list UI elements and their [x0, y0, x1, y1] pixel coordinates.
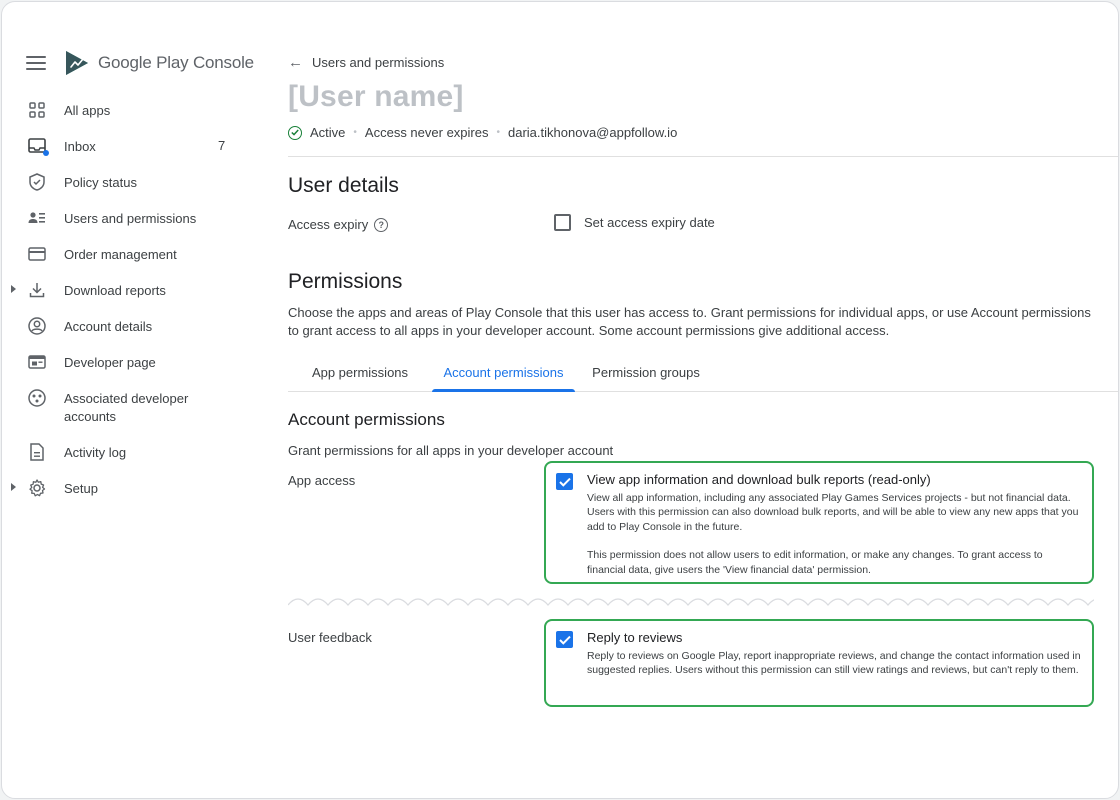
- logo-console: Console: [192, 53, 254, 72]
- sidebar-nav: All apps Inbox 7 Policy status Users and…: [2, 92, 252, 506]
- account-permissions-description: Grant permissions for all apps in your d…: [288, 443, 614, 458]
- reply-to-reviews-checkbox[interactable]: [556, 631, 573, 648]
- user-email: daria.tikhonova@appfollow.io: [508, 125, 678, 140]
- app-access-option: View app information and download bulk r…: [556, 471, 1084, 577]
- set-expiry-label: Set access expiry date: [584, 215, 715, 230]
- header-divider: [288, 156, 1118, 157]
- menu-icon[interactable]: [26, 56, 46, 70]
- user-feedback-label: User feedback: [288, 630, 372, 645]
- sidebar-item-label: Developer page: [64, 355, 156, 370]
- logo-text: Google Play Console: [98, 53, 254, 73]
- permission-tabs: App permissions Account permissions Perm…: [288, 354, 1118, 392]
- permissions-title: Permissions: [288, 270, 403, 293]
- logo-play: Play: [156, 53, 189, 72]
- top-bar: Google Play Console: [26, 46, 254, 80]
- back-link[interactable]: ← Users and permissions: [288, 54, 444, 71]
- account-permissions-title: Account permissions: [288, 410, 445, 429]
- tab-app-permissions[interactable]: App permissions: [296, 354, 424, 391]
- sidebar-item-label: All apps: [64, 103, 111, 118]
- sidebar-item-label: Activity log: [64, 445, 127, 460]
- webpage-icon: [26, 351, 48, 373]
- sidebar-item-label: Associated developer accounts: [64, 391, 189, 424]
- document-icon: [26, 441, 48, 463]
- access-text: Access never expires: [364, 125, 489, 140]
- tab-account-permissions[interactable]: Account permissions: [432, 354, 575, 392]
- sidebar-item-label: Setup: [64, 481, 98, 496]
- play-console-logo-icon: [66, 51, 88, 75]
- sidebar-item-label: Download reports: [64, 283, 166, 298]
- expand-caret-icon[interactable]: [11, 483, 16, 491]
- content-break-divider: [288, 598, 1094, 607]
- sidebar-item-inbox[interactable]: Inbox 7: [2, 128, 252, 164]
- play-console-logo[interactable]: Google Play Console: [64, 49, 254, 77]
- account-icon: [26, 315, 48, 337]
- associated-accounts-icon: [26, 387, 48, 409]
- app-access-body-paragraph: This permission does not allow users to …: [587, 549, 1043, 576]
- sidebar-item-setup[interactable]: Setup: [2, 470, 252, 506]
- gear-icon: [26, 477, 48, 499]
- access-expiry-label: Access expiry ?: [288, 217, 389, 232]
- notification-dot: [43, 150, 49, 156]
- reply-to-reviews-title: Reply to reviews: [587, 630, 683, 645]
- tab-permission-groups[interactable]: Permission groups: [583, 354, 709, 391]
- sidebar-item-label: Order management: [64, 247, 177, 262]
- inbox-icon: [26, 135, 49, 157]
- set-expiry-checkbox[interactable]: [554, 214, 571, 231]
- sidebar-item-label: Inbox: [64, 139, 96, 154]
- main-content: ← Users and permissions [User name] Acti…: [288, 2, 1118, 798]
- separator-dot: •: [353, 127, 357, 138]
- separator-dot: •: [496, 127, 500, 138]
- sidebar-item-users-and-permissions[interactable]: Users and permissions: [2, 200, 252, 236]
- app-access-body-paragraph: View all app information, including any …: [587, 492, 1079, 533]
- inbox-count-badge: 7: [218, 138, 226, 153]
- card-icon: [26, 243, 48, 265]
- expand-caret-icon[interactable]: [11, 285, 16, 293]
- app-access-option-title: View app information and download bulk r…: [587, 472, 931, 487]
- reply-to-reviews-option: Reply to reviews Reply to reviews on Goo…: [556, 629, 1084, 678]
- app-window: Google Play Console All apps Inbox 7 Pol…: [1, 1, 1119, 799]
- help-icon[interactable]: ?: [374, 217, 389, 232]
- user-status-line: Active • Access never expires • daria.ti…: [288, 125, 677, 140]
- app-access-text: View app information and download bulk r…: [587, 471, 1084, 577]
- logo-google: Google: [98, 53, 152, 72]
- reply-to-reviews-text: Reply to reviews Reply to reviews on Goo…: [587, 629, 1084, 678]
- sidebar-item-associated-developer-accounts[interactable]: Associated developer accounts: [2, 380, 252, 434]
- sidebar-item-download-reports[interactable]: Download reports: [2, 272, 252, 308]
- check-circle-icon: [288, 125, 302, 140]
- sidebar-item-order-management[interactable]: Order management: [2, 236, 252, 272]
- set-expiry-checkbox-row[interactable]: Set access expiry date: [554, 214, 715, 231]
- sidebar-item-policy-status[interactable]: Policy status: [2, 164, 252, 200]
- sidebar-item-developer-page[interactable]: Developer page: [2, 344, 252, 380]
- user-details-title: User details: [288, 174, 399, 197]
- app-access-label: App access: [288, 473, 356, 488]
- sidebar-item-all-apps[interactable]: All apps: [2, 92, 252, 128]
- checkmark-icon: [558, 477, 571, 487]
- back-link-label: Users and permissions: [312, 55, 445, 70]
- reply-to-reviews-option-card[interactable]: Reply to reviews Reply to reviews on Goo…: [544, 619, 1094, 707]
- shield-icon: [26, 171, 48, 193]
- status-text: Active: [310, 125, 346, 140]
- sidebar-item-label: Policy status: [64, 175, 137, 190]
- app-access-checkbox[interactable]: [556, 473, 573, 490]
- app-access-option-body: View all app information, including any …: [587, 491, 1084, 577]
- sidebar-item-account-details[interactable]: Account details: [2, 308, 252, 344]
- download-icon: [26, 279, 48, 301]
- users-icon: [26, 207, 48, 229]
- app-access-option-card[interactable]: View app information and download bulk r…: [544, 461, 1094, 584]
- back-arrow-icon: ←: [288, 54, 303, 71]
- checkmark-icon: [558, 635, 571, 645]
- grid-icon: [26, 99, 48, 121]
- sidebar: Google Play Console All apps Inbox 7 Pol…: [2, 2, 254, 798]
- sidebar-item-activity-log[interactable]: Activity log: [2, 434, 252, 470]
- access-expiry-text: Access expiry: [288, 217, 369, 232]
- reply-to-reviews-body: Reply to reviews on Google Play, report …: [587, 650, 1081, 677]
- sidebar-item-label: Account details: [64, 319, 153, 334]
- permissions-description: Choose the apps and areas of Play Consol…: [288, 305, 1091, 338]
- page-title: [User name]: [288, 80, 464, 113]
- sidebar-item-label: Users and permissions: [64, 211, 197, 226]
